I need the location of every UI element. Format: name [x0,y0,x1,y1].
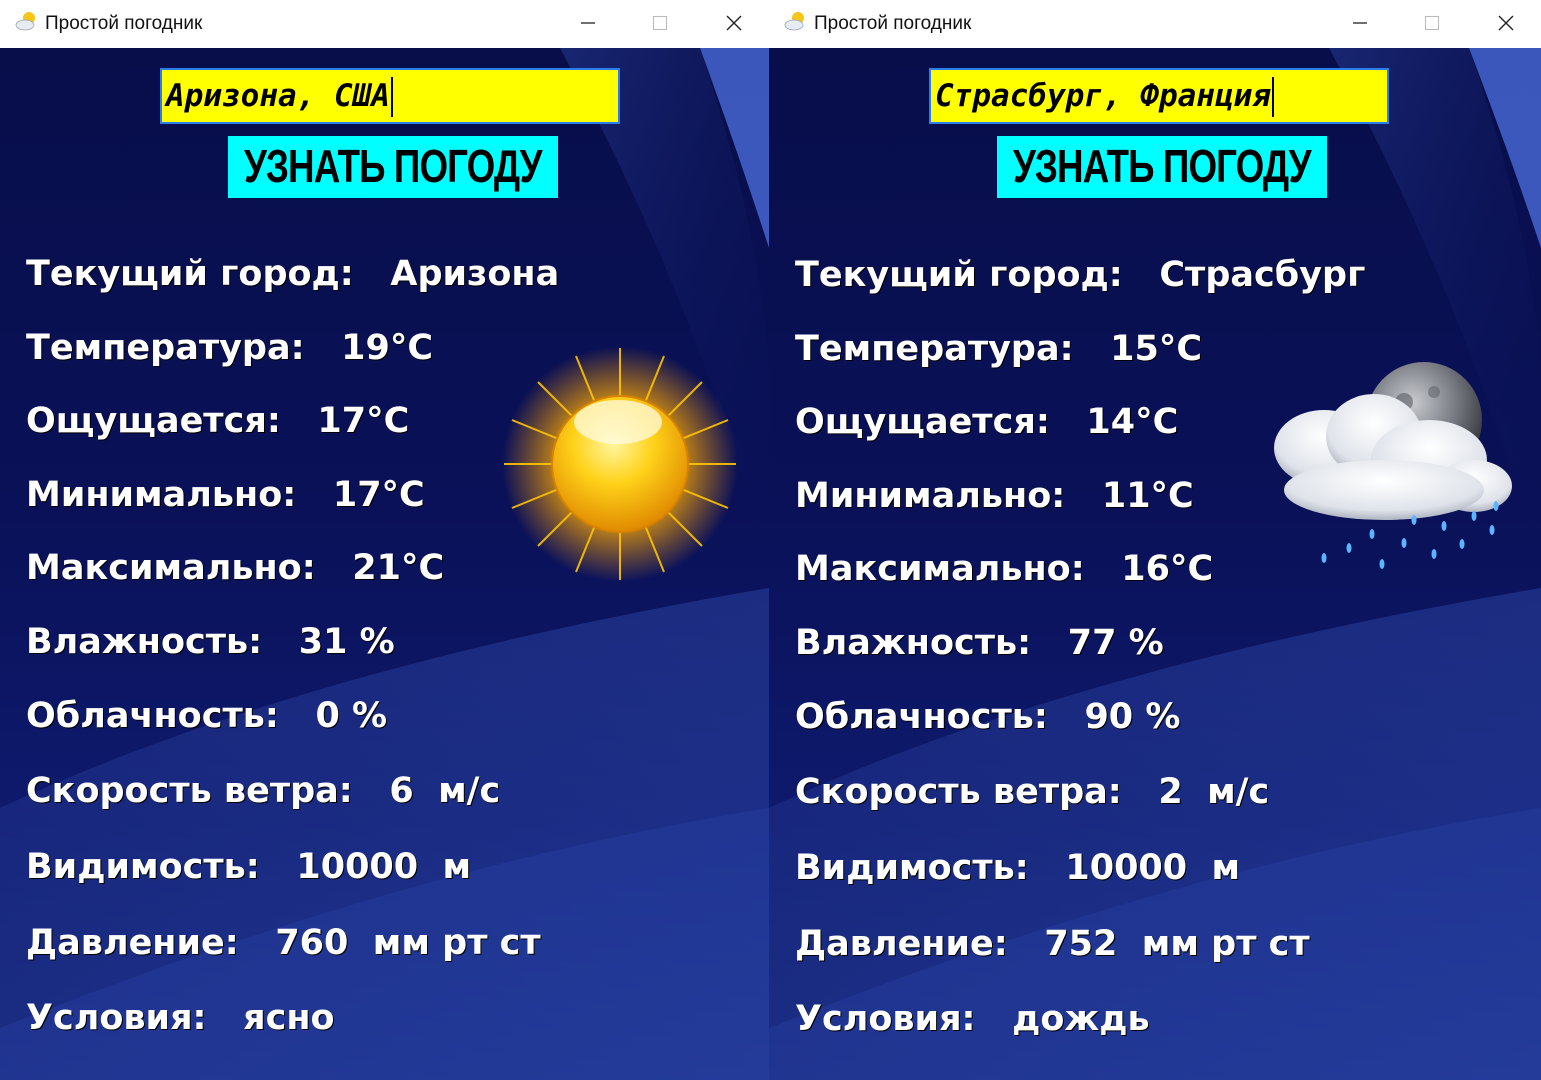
close-button[interactable] [705,0,763,46]
min-temp-row: Минимально: 11°C [795,476,1194,516]
text-caret [1271,77,1274,117]
minimize-icon [581,22,595,24]
close-icon [726,15,742,31]
weather-panel: Аризона, США УЗНАТЬ ПОГОДУ Текущий город… [0,48,769,1080]
close-icon [1498,15,1514,31]
city-search-input[interactable]: Страсбург, Франция [929,68,1389,124]
minimize-button[interactable] [559,0,617,46]
current-city-row: Текущий город: Аризона [26,254,560,294]
min-temp-row: Минимально: 17°C [26,475,425,515]
feels-like-row: Ощущается: 17°C [26,401,410,441]
window-title: Простой погодник [45,13,203,34]
maximize-button[interactable] [1403,0,1461,46]
weather-panel: Страсбург, Франция УЗНАТЬ ПОГОДУ Текущий… [769,48,1541,1080]
maximize-icon [652,15,668,31]
humidity-row: Влажность: 31 % [26,622,395,662]
minimize-button[interactable] [1331,0,1389,46]
sun-icon [502,346,738,582]
pressure-row: Давление: 760 мм рт ст [26,923,541,963]
feels-like-row: Ощущается: 14°C [795,402,1179,442]
maximize-icon [1424,15,1440,31]
get-weather-button[interactable]: УЗНАТЬ ПОГОДУ [997,136,1327,198]
conditions-row: Условия: дождь [795,999,1150,1039]
city-search-input[interactable]: Аризона, США [160,68,620,124]
partly-cloudy-app-icon [784,12,804,31]
cloudiness-row: Облачность: 90 % [795,697,1181,737]
maximize-button[interactable] [631,0,689,46]
minimize-icon [1353,22,1367,24]
visibility-row: Видимость: 10000 м [26,847,472,887]
text-caret [390,77,393,117]
temperature-row: Температура: 15°C [795,329,1203,369]
pressure-row: Давление: 752 мм рт ст [795,924,1310,964]
visibility-row: Видимость: 10000 м [795,848,1241,888]
title-bar[interactable]: Простой погодник [769,0,1541,48]
partly-cloudy-app-icon [15,12,35,31]
temperature-row: Температура: 19°C [26,328,434,368]
conditions-row: Условия: ясно [26,998,335,1038]
humidity-row: Влажность: 77 % [795,623,1164,663]
max-temp-row: Максимально: 21°C [26,548,445,588]
wind-speed-row: Скорость ветра: 2 м/с [795,772,1270,812]
wind-speed-row: Скорость ветра: 6 м/с [26,771,501,811]
weather-window-arizona: Простой погодник Аризона, США УЗНАТЬ ПОГ… [0,0,769,1080]
moon-cloud-rain-icon [1274,362,1512,569]
window-title: Простой погодник [814,13,972,34]
cloudiness-row: Облачность: 0 % [26,696,388,736]
get-weather-button[interactable]: УЗНАТЬ ПОГОДУ [228,136,558,198]
close-button[interactable] [1477,0,1535,46]
current-city-row: Текущий город: Страсбург [795,255,1366,295]
max-temp-row: Максимально: 16°C [795,549,1214,589]
title-bar[interactable]: Простой погодник [0,0,769,48]
weather-window-strasbourg: Простой погодник Страсбург, Франция УЗНА… [769,0,1541,1080]
